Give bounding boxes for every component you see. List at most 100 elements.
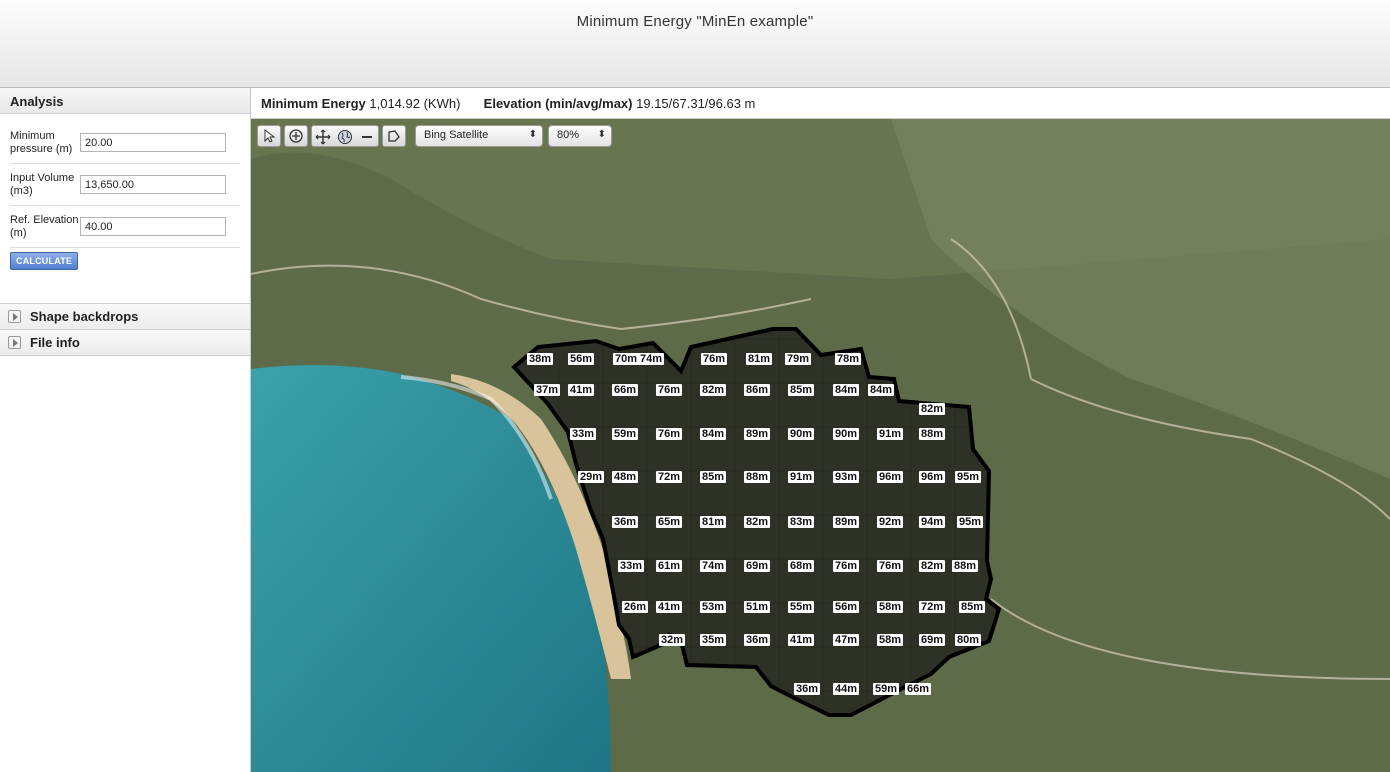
elevation-label: 69m [743,560,771,572]
elevation-label: 35m [699,634,727,646]
elevation-label: 90m [787,428,815,440]
basemap-select[interactable]: Bing Satellite [415,125,543,147]
map-toolbar: Bing Satellite 80% [257,125,612,147]
elevation-label: 93m [832,471,860,483]
elevation-label: 88m [951,560,979,572]
elevation-label: 56m [567,353,595,365]
zoom-out-icon[interactable] [356,126,378,148]
elevation-label: 65m [655,516,683,528]
elevation-label: 76m [876,560,904,572]
elevation-label: 96m [918,471,946,483]
elevation-label: 76m [655,428,683,440]
disclosure-triangle-icon[interactable] [8,336,21,349]
elevation-value: 19.15/67.31/96.63 m [636,96,756,111]
opacity-select[interactable]: 80% [548,125,612,147]
elevation-label: 88m [743,471,771,483]
input-volume-row: Input Volume (m3) [10,164,240,206]
analysis-panel: Minimum pressure (m) Input Volume (m3) R… [0,114,250,304]
file-info-label: File info [30,335,80,350]
elevation-label: 76m [832,560,860,572]
elevation-label: 85m [699,471,727,483]
shape-backdrops-section[interactable]: Shape backdrops [0,304,250,330]
elevation-label: 88m [918,428,946,440]
elevation-label: Elevation (min/avg/max) [483,96,633,111]
elevation-label: 59m [611,428,639,440]
elevation-label: 58m [876,634,904,646]
elevation-label: 72m [655,471,683,483]
elevation-label: 72m [918,601,946,613]
elevation-label: 36m [611,516,639,528]
ref-elevation-row: Ref. Elevation (m) [10,206,240,248]
elevation-label: 85m [958,601,986,613]
elevation-label: 80m [954,634,982,646]
elevation-label: 36m [793,683,821,695]
elevation-label: 44m [832,683,860,695]
elevation-label: 94m [918,516,946,528]
map-view[interactable]: 38m 56m 70m 74m 76m 81m 79m 78m 37m 41m 66m 76m 82m 8… [251,119,1390,772]
elevation-label: 51m [743,601,771,613]
elevation-label: 85m [787,384,815,396]
elevation-label: 26m [621,601,649,613]
elevation-label: 32m [658,634,686,646]
elevation-label: 84m [832,384,860,396]
elevation-label: 29m [577,471,605,483]
elevation-label: 33m [569,428,597,440]
minimum-pressure-input[interactable] [80,133,226,152]
minimum-pressure-row: Minimum pressure (m) [10,122,240,164]
elevation-label: 96m [876,471,904,483]
polygon-icon[interactable] [382,125,406,147]
elevation-label: 82m [918,560,946,572]
elevation-label: 36m [743,634,771,646]
elevation-label: 61m [655,560,683,572]
elevation-label: 48m [611,471,639,483]
elevation-label: 83m [787,516,815,528]
elevation-label: 68m [787,560,815,572]
ref-elevation-label: Ref. Elevation (m) [10,213,79,239]
elevation-label: 33m [617,560,645,572]
elevation-label: 76m [655,384,683,396]
satellite-map [251,119,1390,772]
elevation-label: 82m [918,403,946,415]
elevation-label: 78m [834,353,862,365]
elevation-label: 58m [876,601,904,613]
zoom-extent-icon[interactable] [284,125,308,147]
pan-icon[interactable] [312,126,334,148]
elevation-label: 59m [872,683,900,695]
elevation-label: 89m [832,516,860,528]
elevation-label: 84m [699,428,727,440]
input-volume-input[interactable] [80,175,226,194]
calculate-button[interactable]: CALCULATE [10,252,79,270]
ref-elevation-input[interactable] [80,217,226,236]
elevation-label: 95m [956,516,984,528]
elevation-label: 84m [867,384,895,396]
elevation-label: 86m [743,384,771,396]
elevation-label: 90m [832,428,860,440]
elevation-label: 81m [699,516,727,528]
elevation-label: 76m [700,353,728,365]
elevation-label: 91m [787,471,815,483]
elevation-label: 91m [876,428,904,440]
input-volume-label: Input Volume (m3) [10,171,75,197]
elevation-label: 82m [743,516,771,528]
elevation-label: 81m [745,353,773,365]
basemap-select-value: Bing Satellite [424,129,489,141]
elevation-label: 92m [876,516,904,528]
file-info-section[interactable]: File info [0,330,250,356]
window-titlebar: Minimum Energy "MinEn example" [0,0,1390,88]
energy-value: 1,014.92 (KWh) [369,96,461,111]
elevation-label: 89m [743,428,771,440]
elevation-label: 82m [699,384,727,396]
opacity-select-value: 80% [557,129,580,141]
elevation-label: 41m [567,384,595,396]
pointer-icon[interactable] [257,125,281,147]
elevation-label: 95m [954,471,982,483]
analysis-panel-header[interactable]: Analysis [0,88,250,114]
elevation-label: 79m [784,353,812,365]
disclosure-triangle-icon[interactable] [8,310,21,323]
elevation-label: 74m [699,560,727,572]
elevation-label: 37m [533,384,561,396]
elevation-label: 66m [904,683,932,695]
globe-icon[interactable] [334,126,356,148]
elevation-label: 66m [611,384,639,396]
energy-label: Minimum Energy [261,96,366,111]
